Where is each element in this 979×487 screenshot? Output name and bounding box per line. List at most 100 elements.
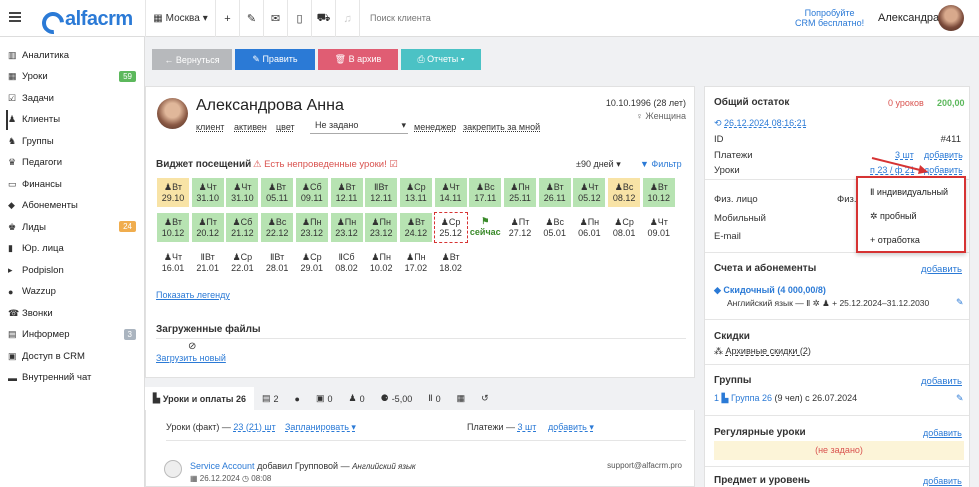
edit-button[interactable]: ✎ Править: [235, 49, 315, 70]
bell-icon[interactable]: ♫: [335, 0, 359, 37]
add-regular-link[interactable]: добавить: [923, 428, 962, 438]
visit-cell[interactable]: ♟Вт 12.11: [329, 177, 364, 208]
sidebar-item-10[interactable]: ▸ Podpislon: [8, 260, 138, 280]
visit-cell[interactable]: ♟Пт 27.12: [503, 212, 537, 243]
tab-tasks[interactable]: ♟ 0: [341, 387, 373, 410]
sidebar-item-0[interactable]: ▥ Аналитика: [8, 45, 138, 65]
sidebar-item-8[interactable]: ♚ Лиды 24: [8, 217, 138, 237]
menu-icon[interactable]: [9, 12, 21, 22]
add-icon[interactable]: +: [215, 0, 239, 37]
visit-cell[interactable]: ♟Пт 20.12: [190, 212, 225, 243]
tab-comments[interactable]: ●: [287, 387, 308, 410]
promo-link[interactable]: Попробуйте CRM бесплатно!: [795, 8, 864, 28]
visit-cell[interactable]: ♟Пн 10.02: [364, 247, 399, 278]
visit-cell[interactable]: ♟Ср 29.01: [294, 247, 329, 278]
sidebar-item-2[interactable]: ☑ Задачи: [8, 88, 138, 108]
visit-cell[interactable]: ♟Чт 09.01: [641, 212, 676, 243]
sidebar-item-1[interactable]: ▦ Уроки 59: [8, 67, 138, 87]
logo[interactable]: alfacrm: [40, 8, 133, 31]
range-select[interactable]: ±90 дней ▾: [576, 159, 621, 170]
legend-link[interactable]: Показать легенду: [156, 290, 230, 300]
visit-cell[interactable]: ♟Вт 26.11: [537, 177, 572, 208]
visit-cell[interactable]: ♟Пн 17.02: [398, 247, 433, 278]
tag-client[interactable]: клиент: [196, 122, 224, 132]
tab-calendar[interactable]: ▦: [449, 387, 474, 410]
visit-cell[interactable]: ⅡВт 21.01: [190, 247, 225, 278]
widget-warning[interactable]: ⚠ Есть непроведенные уроки! ☑: [253, 159, 398, 170]
visit-cell[interactable]: ♟Вт 10.12: [641, 177, 676, 208]
visit-cell[interactable]: ♟Сб 09.11: [294, 177, 329, 208]
visit-cell[interactable]: ♟Вс 22.12: [260, 212, 295, 243]
archive-button[interactable]: 🗑 В архив: [318, 49, 398, 70]
log-author[interactable]: Service Account: [190, 461, 255, 471]
upload-link[interactable]: Загрузить новый: [156, 353, 226, 363]
visit-cell[interactable]: ♟Сб 21.12: [225, 212, 260, 243]
mail-icon[interactable]: ✉: [263, 0, 287, 37]
filter-button[interactable]: ▼ Фильтр: [640, 159, 682, 169]
sidebar-item-12[interactable]: ☎ Звонки: [8, 303, 138, 323]
tab-groups[interactable]: Ⅱ 0: [420, 387, 448, 410]
sidebar-item-13[interactable]: ▤ Информер 3: [8, 325, 138, 345]
sidebar-item-15[interactable]: ▬ Внутренний чат: [8, 368, 138, 388]
menu-item-individual[interactable]: Ⅱ индивидуальный: [870, 187, 948, 198]
sidebar-item-14[interactable]: ▣ Доступ в CRM: [8, 346, 138, 366]
payments-link[interactable]: 3 шт: [518, 422, 537, 432]
back-button[interactable]: ← Вернуться: [152, 49, 232, 70]
wrench-icon[interactable]: ✎: [239, 0, 263, 37]
visit-cell[interactable]: ⅡВт 12.11: [364, 177, 399, 208]
sidebar-item-4[interactable]: ♞ Группы: [8, 131, 138, 151]
sidebar-item-7[interactable]: ◆ Абонементы: [8, 196, 138, 216]
add-payment-button[interactable]: добавить ▾: [548, 422, 594, 433]
archive-discounts-link[interactable]: ⁂ Архивные скидки (2): [714, 346, 811, 357]
visit-cell[interactable]: ⅡСб 08.02: [329, 247, 364, 278]
tag-status[interactable]: активен: [234, 122, 267, 132]
add-subject-link[interactable]: добавить: [923, 476, 962, 486]
visit-cell[interactable]: ♟Чт 31.10: [190, 177, 225, 208]
visit-cell[interactable]: ♟Ср 25.12: [433, 212, 468, 243]
manager-link[interactable]: менеджер: [414, 122, 456, 132]
mobile-icon[interactable]: ▯: [287, 0, 311, 37]
visit-cell[interactable]: ♟Вс 17.11: [468, 177, 503, 208]
visit-cell[interactable]: ♟Пн 06.01: [572, 212, 607, 243]
menu-item-trial[interactable]: ✲ пробный: [870, 211, 917, 222]
tab-bonus[interactable]: ⚈ -5,00: [373, 387, 421, 410]
sidebar-item-6[interactable]: ▭ Финансы: [8, 174, 138, 194]
menu-item-makeup[interactable]: + отработка: [870, 235, 920, 245]
visit-cell[interactable]: ♟Чт 14.11: [433, 177, 468, 208]
visit-cell[interactable]: ♟Вт 24.12: [398, 212, 433, 243]
cart-icon[interactable]: ⛟: [311, 0, 335, 37]
visit-cell[interactable]: ♟Вт 18.02: [433, 247, 468, 278]
visit-cell[interactable]: ♟Чт 16.01: [156, 247, 190, 278]
client-search[interactable]: Поиск клиента: [370, 13, 431, 23]
sidebar-item-5[interactable]: ♛ Педагоги: [8, 153, 138, 173]
tab-docs[interactable]: ▣ 0: [308, 387, 341, 410]
visit-cell[interactable]: ♟Ср 22.01: [225, 247, 260, 278]
subscription-link[interactable]: ◆ Скидочный (4 000,00/8): [714, 285, 826, 296]
visit-cell[interactable]: ♟Ср 08.01: [607, 212, 642, 243]
visit-cell[interactable]: ♟Чт 05.12: [572, 177, 607, 208]
add-account-link[interactable]: добавить: [921, 264, 962, 275]
now-marker[interactable]: ⚑ сейчас: [468, 212, 502, 243]
sidebar-item-9[interactable]: ▮ Юр. лица: [8, 239, 138, 259]
visit-cell[interactable]: ♟Вт 10.12: [156, 212, 190, 243]
user-avatar[interactable]: [938, 5, 964, 31]
visit-cell[interactable]: ♟Чт 31.10: [225, 177, 260, 208]
tab-history[interactable]: ↺: [473, 387, 497, 410]
tab-notes[interactable]: ▤ 2: [254, 387, 287, 410]
group-link[interactable]: Группа 26: [731, 393, 772, 403]
pin-link[interactable]: закрепить за мной: [463, 122, 540, 132]
sidebar-item-11[interactable]: ● Wazzup: [8, 282, 138, 302]
lessons-fact-link[interactable]: 23 (21) шт: [233, 422, 275, 432]
visit-cell[interactable]: ♟Вт 29.10: [156, 177, 190, 208]
visit-cell[interactable]: ♟Пн 23.12: [364, 212, 399, 243]
subscription-edit-icon[interactable]: ✎: [956, 297, 964, 308]
user-name[interactable]: Александра: [878, 12, 939, 24]
visit-cell[interactable]: ♟Вт 05.11: [260, 177, 295, 208]
visit-cell[interactable]: ♟Вс 05.01: [537, 212, 572, 243]
tag-color[interactable]: цвет: [276, 122, 295, 132]
visit-cell[interactable]: ♟Вс 08.12: [607, 177, 642, 208]
status-select[interactable]: Не задано ▾: [310, 118, 408, 134]
tab-lessons[interactable]: ▙ Уроки и оплаты 26: [145, 387, 255, 410]
visit-cell[interactable]: ♟Ср 13.11: [398, 177, 433, 208]
visit-cell[interactable]: ♟Пн 25.11: [503, 177, 537, 208]
